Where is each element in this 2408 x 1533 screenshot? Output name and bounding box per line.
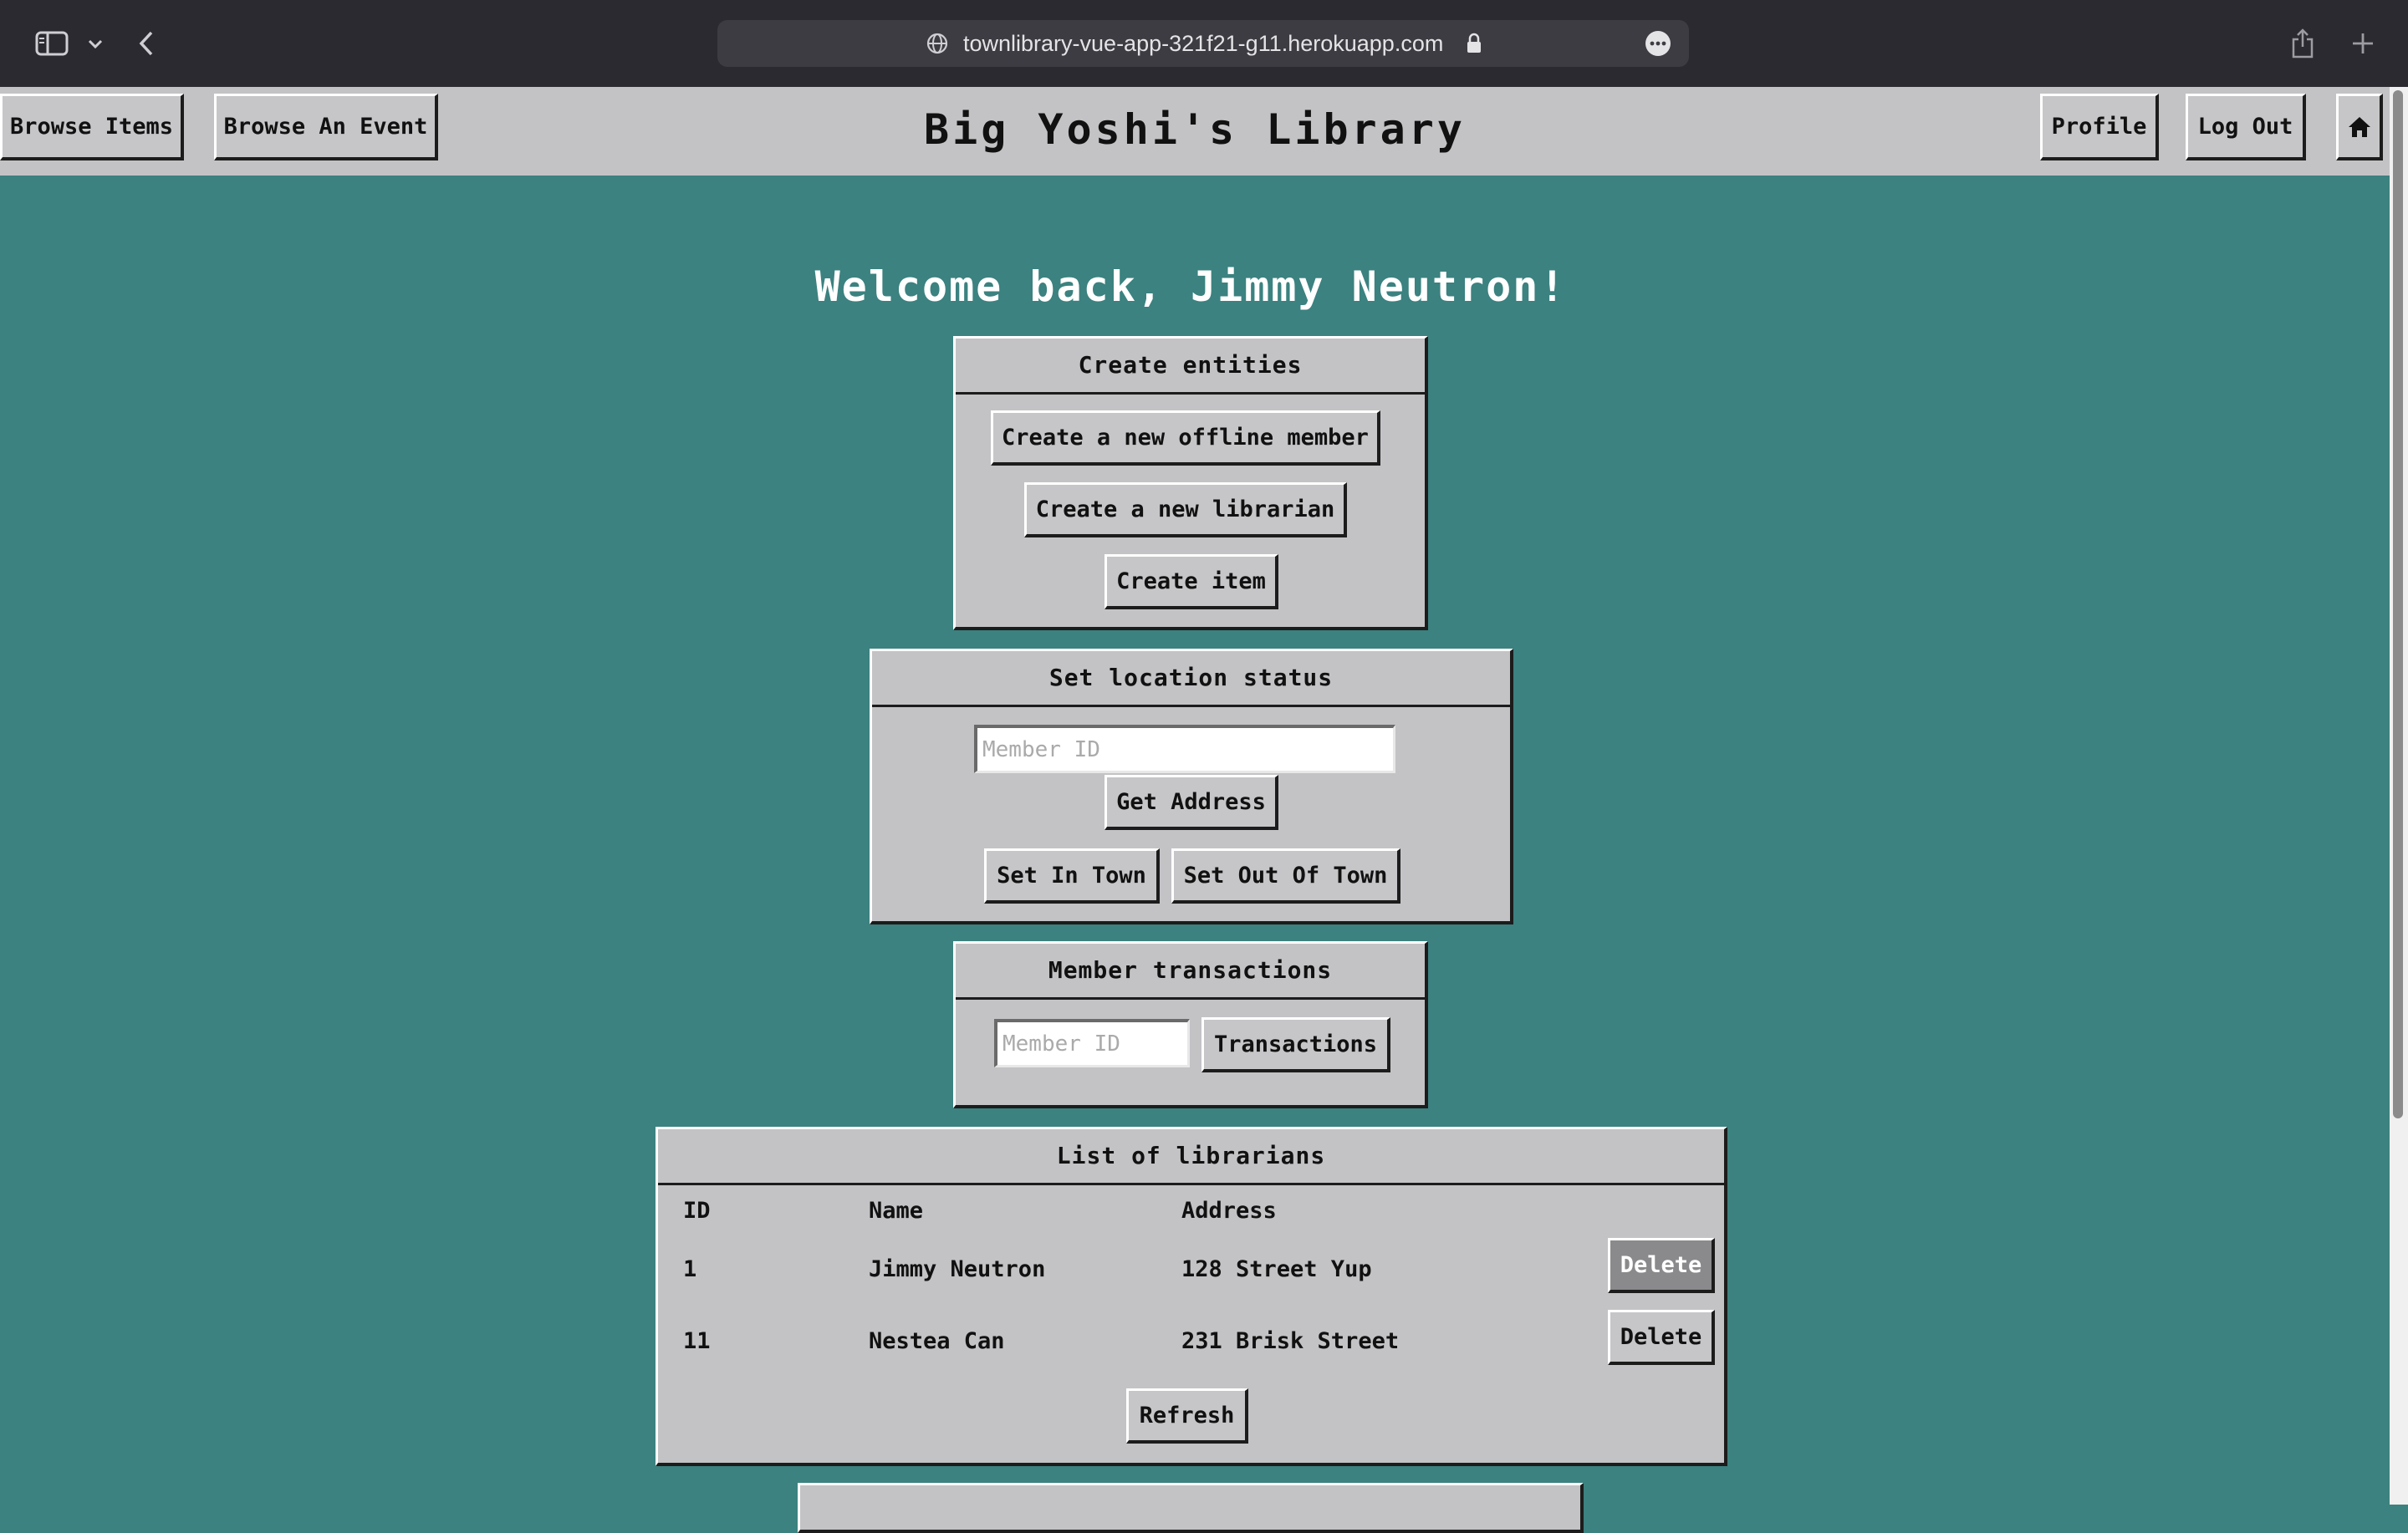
set-in-town-button[interactable]: Set In Town [984, 848, 1160, 904]
transactions-member-id-input[interactable] [994, 1019, 1190, 1067]
app-header: Browse Items Browse An Event Big Yoshi's… [0, 87, 2390, 176]
create-entities-title: Create entities [956, 339, 1425, 395]
librarian-name: Nestea Can [869, 1328, 1005, 1354]
librarian-address: 231 Brisk Street [1181, 1328, 1400, 1354]
home-button[interactable] [2336, 94, 2383, 160]
librarian-id: 11 [683, 1328, 711, 1354]
more-icon[interactable] [1644, 25, 1672, 62]
librarian-name: Jimmy Neutron [869, 1256, 1046, 1282]
set-out-of-town-button[interactable]: Set Out Of Town [1171, 848, 1400, 904]
chevron-down-icon[interactable] [85, 25, 105, 62]
create-entities-panel: Create entities Create a new offline mem… [953, 336, 1428, 630]
refresh-button[interactable]: Refresh [1126, 1388, 1248, 1444]
column-header-name: Name [869, 1198, 924, 1224]
delete-librarian-button[interactable]: Delete [1608, 1310, 1715, 1365]
delete-librarian-button[interactable]: Delete [1608, 1238, 1715, 1293]
profile-button[interactable]: Profile [2040, 94, 2159, 160]
librarians-panel: List of librarians ID Name Address 1 Jim… [656, 1127, 1727, 1466]
location-status-panel: Set location status Get Address Set In T… [870, 649, 1513, 924]
librarians-title: List of librarians [658, 1129, 1724, 1185]
welcome-heading: Welcome back, Jimmy Neutron! [814, 262, 1567, 311]
url-text: townlibrary-vue-app-321f21-g11.herokuapp… [963, 31, 1444, 56]
back-icon[interactable] [134, 25, 159, 62]
logout-button[interactable]: Log Out [2186, 94, 2306, 160]
column-header-address: Address [1181, 1198, 1277, 1224]
browser-toolbar: townlibrary-vue-app-321f21-g11.herokuapp… [0, 0, 2408, 87]
create-librarian-button[interactable]: Create a new librarian [1024, 482, 1347, 537]
globe-icon [925, 25, 950, 62]
lock-icon [1464, 25, 1484, 62]
scrollbar-thumb[interactable] [2393, 90, 2403, 1118]
sidebar-icon[interactable] [33, 25, 70, 62]
member-transactions-panel: Member transactions Transactions [953, 941, 1428, 1108]
location-status-title: Set location status [872, 651, 1510, 707]
librarian-id: 1 [683, 1256, 697, 1282]
app-title: Big Yoshi's Library [924, 105, 1466, 154]
create-item-button[interactable]: Create item [1105, 554, 1278, 609]
librarian-address: 128 Street Yup [1181, 1256, 1372, 1282]
member-transactions-title: Member transactions [956, 944, 1425, 1000]
get-address-button[interactable]: Get Address [1105, 775, 1278, 830]
home-icon [2347, 115, 2372, 139]
column-header-id: ID [683, 1198, 711, 1224]
transactions-button[interactable]: Transactions [1201, 1017, 1390, 1072]
share-icon[interactable] [2288, 25, 2318, 62]
next-panel [798, 1483, 1584, 1533]
create-offline-member-button[interactable]: Create a new offline member [991, 410, 1380, 466]
location-member-id-input[interactable] [974, 725, 1395, 773]
plus-icon[interactable] [2348, 25, 2378, 62]
address-bar[interactable]: townlibrary-vue-app-321f21-g11.herokuapp… [717, 20, 1689, 67]
